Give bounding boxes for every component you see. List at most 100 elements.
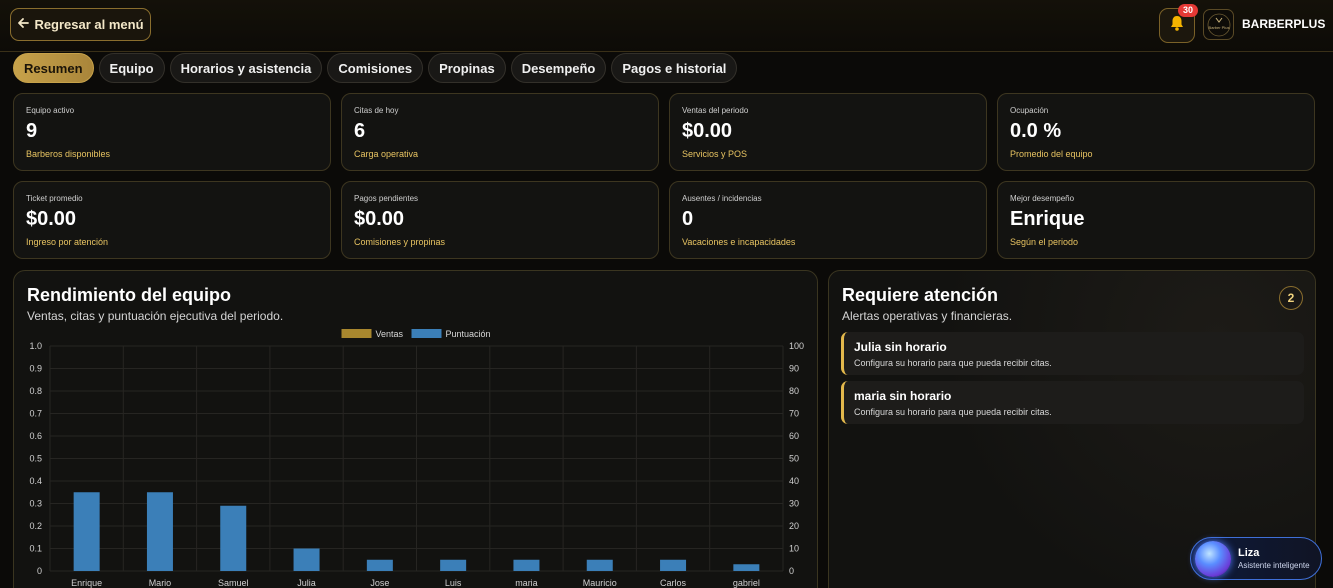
y-left-tick-label: 0.7 xyxy=(29,409,42,419)
y-right-tick-label: 40 xyxy=(789,476,799,486)
kpi-card-pagos-pendientes: Pagos pendientes $0.00 Comisiones y prop… xyxy=(341,181,659,259)
kpi-value: 0 xyxy=(682,208,694,230)
bar xyxy=(73,492,100,571)
alert-description: Configura su horario para que pueda reci… xyxy=(854,358,1052,368)
x-tick-label: Enrique xyxy=(71,578,102,588)
legend-label: Puntuación xyxy=(446,329,491,339)
kpi-subtext: Carga operativa xyxy=(354,149,419,159)
bar xyxy=(366,559,393,571)
y-right-tick-label: 90 xyxy=(789,364,799,374)
top-bar: Regresar al menú 30 Barber Plus BARBERPL… xyxy=(0,0,1333,52)
x-tick-label: Carlos xyxy=(660,578,687,588)
y-left-tick-label: 0.3 xyxy=(29,499,42,509)
tab-comisiones[interactable]: Comisiones xyxy=(327,53,424,83)
y-right-tick-label: 100 xyxy=(789,341,804,351)
y-left-tick-label: 0.4 xyxy=(29,476,42,486)
y-left-tick-label: 0 xyxy=(37,566,42,576)
barberplus-logo: Barber Plus xyxy=(1203,9,1234,40)
tab-pagos-historial[interactable]: Pagos e historial xyxy=(611,53,738,83)
kpi-label: Ocupación xyxy=(1010,106,1049,115)
assistant-name: Liza xyxy=(1238,547,1260,559)
back-to-menu-button[interactable]: Regresar al menú xyxy=(10,8,151,41)
kpi-value: Enrique xyxy=(1010,208,1085,230)
y-left-tick-label: 0.1 xyxy=(29,544,42,554)
x-tick-label: maria xyxy=(515,578,538,588)
legend-label: Ventas xyxy=(376,329,404,339)
notification-count-badge: 30 xyxy=(1178,4,1198,17)
y-right-tick-label: 60 xyxy=(789,431,799,441)
x-tick-label: Samuel xyxy=(218,578,249,588)
kpi-subtext: Comisiones y propinas xyxy=(354,237,446,247)
tab-resumen[interactable]: Resumen xyxy=(13,53,94,83)
kpi-value: $0.00 xyxy=(26,208,77,230)
bell-icon xyxy=(1168,14,1186,37)
y-right-tick-label: 70 xyxy=(789,409,799,419)
arrow-left-icon xyxy=(17,17,30,32)
kpi-subtext: Promedio del equipo xyxy=(1010,149,1093,159)
kpi-card-equipo-activo: Equipo activo 9 Barberos disponibles xyxy=(13,93,331,171)
kpi-value: $0.00 xyxy=(682,120,733,142)
x-tick-label: gabriel xyxy=(733,578,760,588)
y-right-tick-label: 30 xyxy=(789,499,799,509)
tab-horarios-asistencia[interactable]: Horarios y asistencia xyxy=(169,53,323,83)
bar xyxy=(293,548,320,571)
kpi-value: 6 xyxy=(354,120,366,142)
y-left-tick-label: 0.9 xyxy=(29,364,42,374)
assistant-orb-icon xyxy=(1195,540,1231,577)
y-right-tick-label: 0 xyxy=(789,566,794,576)
bar xyxy=(440,559,467,571)
kpi-value: $0.00 xyxy=(354,208,405,230)
bar xyxy=(660,559,687,571)
assistant-launcher-button[interactable]: Liza Asistente inteligente xyxy=(1190,537,1322,580)
kpi-card-mejor-desempeno: Mejor desempeño Enrique Según el periodo xyxy=(997,181,1315,259)
y-right-tick-label: 20 xyxy=(789,521,799,531)
tab-desempeno[interactable]: Desempeño xyxy=(510,53,607,83)
brand-name: BARBERPLUS xyxy=(1242,17,1326,31)
x-tick-label: Jose xyxy=(370,578,389,588)
alert-item[interactable]: Julia sin horario Configura su horario p… xyxy=(841,332,1304,375)
alert-description: Configura su horario para que pueda reci… xyxy=(854,407,1052,417)
bar xyxy=(733,564,760,571)
y-left-tick-label: 1.0 xyxy=(29,341,42,351)
team-performance-chart: 0 0.1 0.2 0.3 0.4 0.5 0.6 0.7 0.8 0.9 1.0 0 10 20 30 40… xyxy=(29,329,804,588)
back-to-menu-label: Regresar al menú xyxy=(34,17,144,32)
legend-swatch xyxy=(341,329,372,338)
kpi-subtext: Vacaciones e incapacidades xyxy=(682,237,796,247)
kpi-label: Pagos pendientes xyxy=(354,194,419,203)
section-tabs: Resumen Equipo Horarios y asistencia Com… xyxy=(13,53,738,83)
tab-propinas[interactable]: Propinas xyxy=(428,53,506,83)
kpi-subtext: Servicios y POS xyxy=(682,149,748,159)
bar xyxy=(513,559,540,571)
x-tick-label: Julia xyxy=(297,578,316,588)
panel-subtitle: Alertas operativas y financieras. xyxy=(842,309,1013,323)
kpi-label: Citas de hoy xyxy=(354,106,399,115)
kpi-subtext: Según el periodo xyxy=(1010,237,1079,247)
kpi-label: Mejor desempeño xyxy=(1010,194,1075,203)
kpi-grid: Equipo activo 9 Barberos disponibles Cit… xyxy=(13,93,1316,259)
y-right-tick-label: 50 xyxy=(789,454,799,464)
team-performance-panel: Rendimiento del equipo Ventas, citas y p… xyxy=(13,270,818,588)
kpi-label: Ausentes / incidencias xyxy=(682,194,762,203)
legend-swatch xyxy=(411,329,442,338)
x-tick-label: Mario xyxy=(149,578,172,588)
y-left-tick-label: 0.8 xyxy=(29,386,42,396)
kpi-card-citas-hoy: Citas de hoy 6 Carga operativa xyxy=(341,93,659,171)
kpi-value: 9 xyxy=(26,120,38,142)
tab-equipo[interactable]: Equipo xyxy=(98,53,165,83)
kpi-card-ventas-periodo: Ventas del periodo $0.00 Servicios y POS xyxy=(669,93,987,171)
assistant-role: Asistente inteligente xyxy=(1238,561,1310,570)
bar xyxy=(220,505,247,571)
kpi-value: 0.0 % xyxy=(1010,120,1062,142)
alert-item[interactable]: maria sin horario Configura su horario p… xyxy=(841,381,1304,424)
kpi-label: Equipo activo xyxy=(26,106,75,115)
kpi-subtext: Ingreso por atención xyxy=(26,237,109,247)
panel-title: Requiere atención xyxy=(842,285,999,305)
y-left-tick-label: 0.2 xyxy=(29,521,42,531)
svg-text:Barber Plus: Barber Plus xyxy=(1208,25,1229,30)
alert-title: Julia sin horario xyxy=(854,340,947,354)
bar xyxy=(146,492,173,571)
x-tick-label: Mauricio xyxy=(583,578,617,588)
kpi-card-ticket-promedio: Ticket promedio $0.00 Ingreso por atenci… xyxy=(13,181,331,259)
y-right-tick-label: 80 xyxy=(789,386,799,396)
kpi-card-ausentes: Ausentes / incidencias 0 Vacaciones e in… xyxy=(669,181,987,259)
